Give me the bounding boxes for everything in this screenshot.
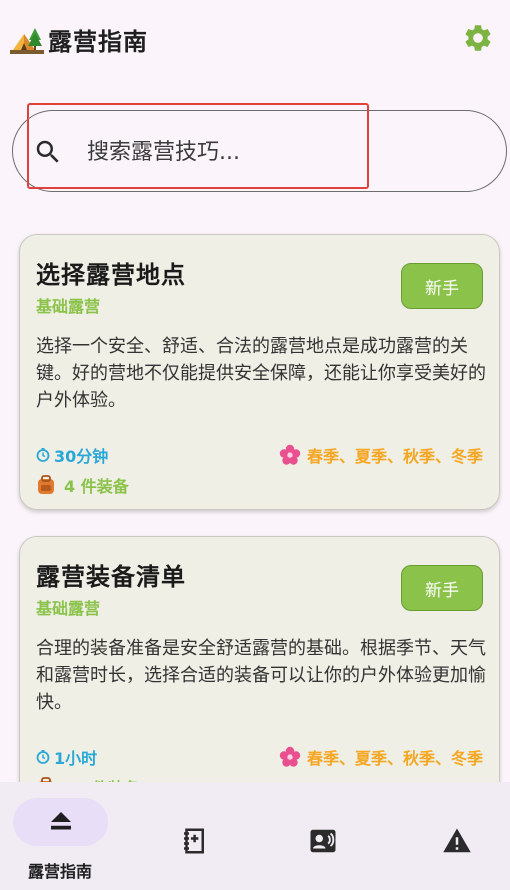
card-title: 选择露营地点 xyxy=(36,261,186,289)
card-category: 基础露营 xyxy=(36,297,101,316)
card-description: 合理的装备准备是安全舒适露营的基础。根据季节、天气和露营时长，选择合适的装备可以… xyxy=(36,638,486,713)
camping-guide-icon xyxy=(51,812,71,830)
season-text: 春季、夏季、秋季、冬季 xyxy=(306,447,483,466)
card-title: 露营装备清单 xyxy=(36,563,186,591)
search-icon xyxy=(36,140,59,163)
app-screen: 露营指南 选择露营地点 基础露营 新手 选择一个安全、舒适、合法的露营地点是成功… xyxy=(0,0,510,890)
duration-meta: 30分钟 xyxy=(36,443,108,467)
app-title: 露营指南 xyxy=(48,28,148,56)
nav-label: 露营指南 xyxy=(27,862,92,881)
season-meta: 春季、夏季、秋季、冬季 xyxy=(279,745,483,769)
warning-icon xyxy=(443,828,471,853)
app-header: 露营指南 xyxy=(0,0,510,78)
search-bar[interactable] xyxy=(12,110,507,192)
camping-tent-icon xyxy=(10,27,44,54)
card-description: 选择一个安全、舒适、合法的露营地点是成功露营的关键。好的营地不仅能提供安全保障，… xyxy=(36,336,486,411)
clock-icon xyxy=(36,750,50,764)
nav-item-guide[interactable]: 露营指南 xyxy=(0,782,127,890)
nav-item-contacts[interactable] xyxy=(256,782,383,890)
difficulty-badge[interactable]: 新手 xyxy=(401,565,483,611)
brand: 露营指南 xyxy=(10,22,148,57)
guide-card[interactable]: 选择露营地点 基础露营 新手 选择一个安全、舒适、合法的露营地点是成功露营的关键… xyxy=(19,234,500,510)
cherry-blossom-icon xyxy=(279,746,301,767)
difficulty-badge[interactable]: 新手 xyxy=(401,263,483,309)
clock-icon xyxy=(36,448,50,462)
nav-item-notebook[interactable] xyxy=(128,782,255,890)
duration-text: 30分钟 xyxy=(54,447,109,466)
season-meta: 春季、夏季、秋季、冬季 xyxy=(279,443,483,467)
card-category: 基础露营 xyxy=(36,599,101,618)
cherry-blossom-icon xyxy=(279,444,301,465)
gear-icon[interactable] xyxy=(462,22,494,54)
gear-meta: 4 件装备 xyxy=(36,473,129,497)
duration-meta: 1小时 xyxy=(36,745,97,769)
gear-count-text: 4 件装备 xyxy=(64,477,129,496)
duration-text: 1小时 xyxy=(54,749,98,768)
notebook-icon xyxy=(184,828,204,854)
search-input[interactable] xyxy=(87,133,467,171)
contacts-icon xyxy=(310,829,336,853)
backpack-icon xyxy=(38,475,54,494)
season-text: 春季、夏季、秋季、冬季 xyxy=(306,749,483,768)
bottom-navigation: 露营指南 xyxy=(0,782,510,890)
nav-item-warning[interactable] xyxy=(384,782,510,890)
